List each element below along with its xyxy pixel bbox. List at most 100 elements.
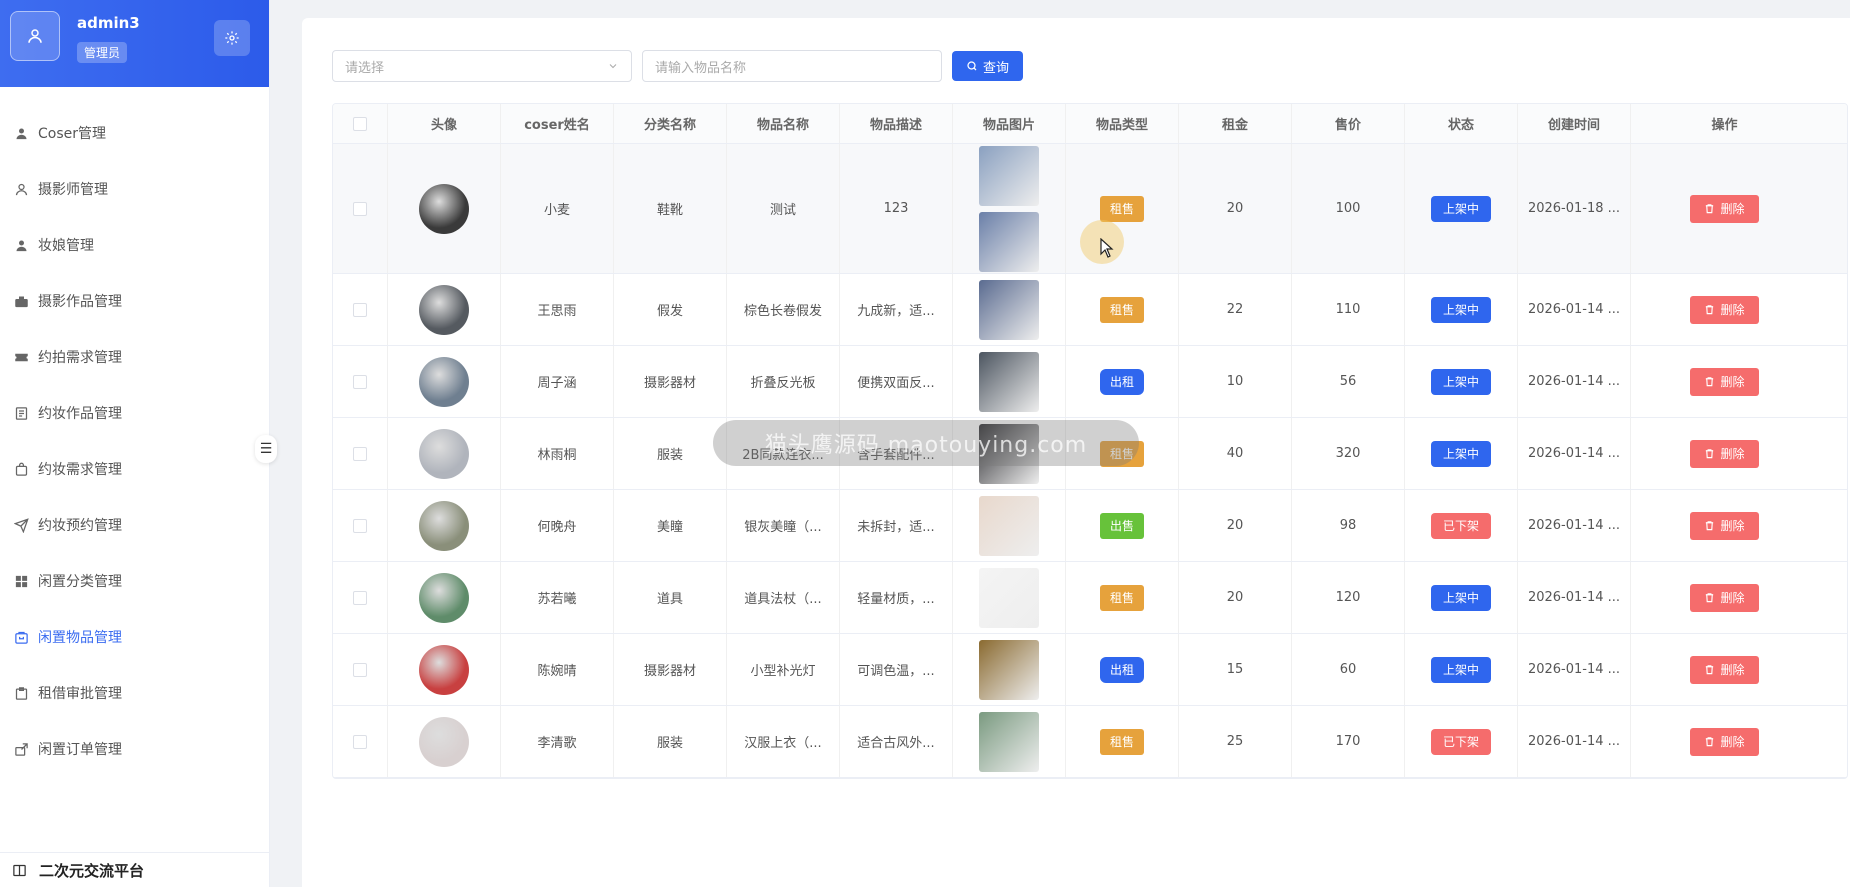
item-image[interactable] (979, 639, 1039, 700)
row-select-cell[interactable] (333, 490, 388, 561)
row-select-cell[interactable] (333, 634, 388, 705)
sidebar-item-5[interactable]: 约妆作品管理 (0, 385, 270, 441)
item-image[interactable] (979, 567, 1039, 628)
item-image[interactable] (979, 351, 1039, 412)
delete-button-label: 删除 (1720, 447, 1745, 461)
delete-button-label: 删除 (1720, 303, 1745, 317)
row-checkbox[interactable] (353, 446, 367, 461)
item-description: 便携双面反... (840, 346, 953, 417)
status-badge[interactable]: 上架中 (1430, 584, 1491, 611)
user-avatar[interactable] (10, 11, 60, 61)
delete-button[interactable]: 删除 (1690, 511, 1759, 540)
document-icon (13, 405, 29, 421)
row-checkbox[interactable] (353, 662, 367, 677)
row-select-cell[interactable] (333, 562, 388, 633)
status-cell: 已下架 (1405, 490, 1518, 561)
search-icon (966, 60, 978, 72)
sidebar-item-7[interactable]: 约妆预约管理 (0, 497, 270, 553)
status-badge[interactable]: 上架中 (1430, 440, 1491, 467)
sidebar-item-0[interactable]: Coser管理 (0, 105, 270, 161)
created-time: 2026-01-14 ... (1518, 634, 1631, 705)
category-name: 服装 (614, 418, 727, 489)
status-badge[interactable]: 已下架 (1430, 512, 1491, 539)
sidebar-item-4[interactable]: 约拍需求管理 (0, 329, 270, 385)
item-name-input[interactable]: 请输入物品名称 (642, 50, 942, 82)
status-badge[interactable]: 上架中 (1430, 296, 1491, 323)
sidebar-item-11[interactable]: 闲置订单管理 (0, 721, 270, 777)
status-badge[interactable]: 上架中 (1430, 656, 1491, 683)
item-image[interactable] (979, 145, 1039, 206)
row-checkbox[interactable] (353, 201, 367, 216)
row-select-cell[interactable] (333, 418, 388, 489)
item-image[interactable] (979, 711, 1039, 772)
sidebar-item-label: 闲置物品管理 (38, 630, 122, 646)
delete-button[interactable]: 删除 (1690, 583, 1759, 612)
row-select-cell[interactable] (333, 706, 388, 777)
row-select-cell[interactable] (333, 274, 388, 345)
item-image[interactable] (979, 495, 1039, 556)
delete-button-label: 删除 (1720, 202, 1745, 216)
sidebar-item-label: 摄影师管理 (38, 182, 108, 198)
select-all-checkbox[interactable] (353, 116, 367, 131)
delete-button[interactable]: 删除 (1690, 295, 1759, 324)
sidebar-item-3[interactable]: 摄影作品管理 (0, 273, 270, 329)
filter-bar: 请选择 请输入物品名称 查询 (332, 50, 1024, 82)
row-select-cell[interactable] (333, 346, 388, 417)
sidebar-item-1[interactable]: 摄影师管理 (0, 161, 270, 217)
item-image[interactable] (979, 279, 1039, 340)
coser-name: 王思雨 (501, 274, 614, 345)
item-images-cell (953, 346, 1066, 417)
status-badge[interactable]: 上架中 (1430, 368, 1491, 395)
item-type-tag: 出售 (1099, 512, 1144, 539)
row-select-cell[interactable] (333, 144, 388, 273)
actions-cell: 删除 (1631, 634, 1818, 705)
sidebar-item-9[interactable]: 闲置物品管理 (0, 609, 270, 665)
status-badge[interactable]: 上架中 (1430, 195, 1491, 222)
collapse-sidebar-button[interactable]: ☰ (255, 435, 277, 463)
item-image[interactable] (979, 211, 1039, 272)
coser-name: 苏若曦 (501, 562, 614, 633)
item-type-tag: 租售 (1099, 195, 1144, 222)
send-icon (13, 517, 29, 533)
category-name: 服装 (614, 706, 727, 777)
column-header: 头像 (388, 104, 501, 143)
row-checkbox[interactable] (353, 734, 367, 749)
delete-button[interactable]: 删除 (1690, 727, 1759, 756)
status-cell: 上架中 (1405, 346, 1518, 417)
delete-button[interactable]: 删除 (1690, 367, 1759, 396)
sidebar-item-label: 闲置订单管理 (38, 742, 122, 758)
mouse-cursor-icon (1100, 238, 1114, 258)
avatar-cell (388, 490, 501, 561)
delete-button[interactable]: 删除 (1690, 655, 1759, 684)
sidebar-item-10[interactable]: 租借审批管理 (0, 665, 270, 721)
row-checkbox[interactable] (353, 374, 367, 389)
actions-cell: 删除 (1631, 562, 1818, 633)
delete-button[interactable]: 删除 (1690, 194, 1759, 223)
sidebar-item-label: 约妆需求管理 (38, 462, 122, 478)
sidebar-item-label: 约妆预约管理 (38, 518, 122, 534)
table-row: 李清歌 服装 汉服上衣（... 适合古风外... 租售 25 170 已下架 2026-01-1… (333, 706, 1847, 778)
category-select[interactable]: 请选择 (332, 50, 632, 82)
actions-cell: 删除 (1631, 706, 1818, 777)
sidebar-item-8[interactable]: 闲置分类管理 (0, 553, 270, 609)
delete-button-label: 删除 (1720, 663, 1745, 677)
row-checkbox[interactable] (353, 590, 367, 605)
query-button[interactable]: 查询 (952, 51, 1024, 81)
settings-button[interactable] (214, 20, 250, 56)
status-badge[interactable]: 已下架 (1430, 728, 1491, 755)
delete-button[interactable]: 删除 (1690, 439, 1759, 468)
select-all-cell[interactable] (333, 104, 388, 143)
item-type-cell: 出租 (1066, 634, 1179, 705)
avatar (419, 644, 469, 695)
avatar-cell (388, 418, 501, 489)
item-images-cell (953, 634, 1066, 705)
category-name: 摄影器材 (614, 346, 727, 417)
row-checkbox[interactable] (353, 302, 367, 317)
sidebar-item-6[interactable]: 约妆需求管理 (0, 441, 270, 497)
column-header: 分类名称 (614, 104, 727, 143)
menu-icon: ☰ (259, 441, 273, 457)
row-checkbox[interactable] (353, 518, 367, 533)
sidebar-item-2[interactable]: 妆娘管理 (0, 217, 270, 273)
item-images-cell (953, 274, 1066, 345)
trash-icon (1704, 664, 1715, 675)
